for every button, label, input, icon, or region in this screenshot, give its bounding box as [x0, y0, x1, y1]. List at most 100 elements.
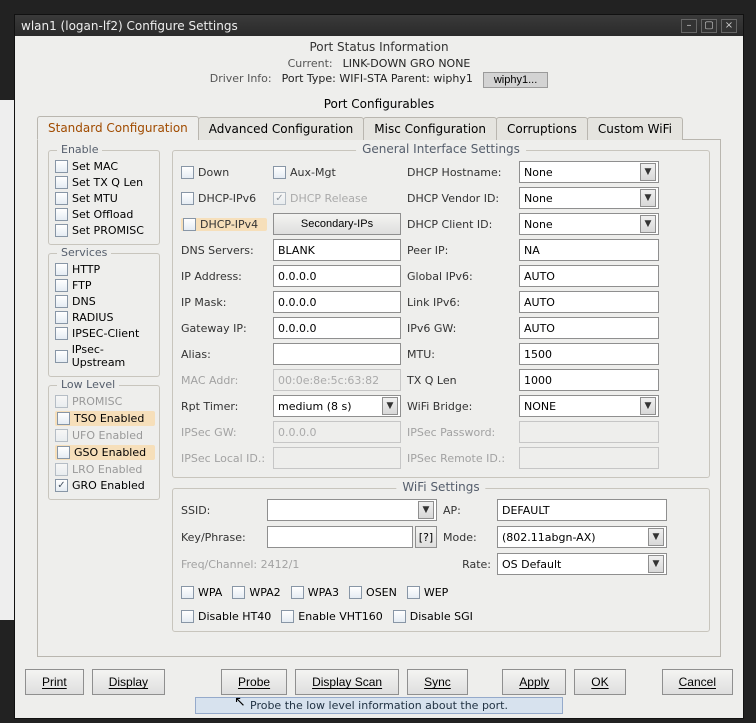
ssid-select[interactable]: ▼: [267, 499, 437, 521]
close-icon[interactable]: ×: [721, 19, 737, 33]
enable-set-mac-chk[interactable]: [55, 160, 68, 173]
chevron-down-icon: ▼: [382, 397, 398, 415]
svc-http-chk[interactable]: [55, 263, 68, 276]
svc-ipsec-client-chk[interactable]: [55, 327, 68, 340]
ap-label: AP:: [443, 504, 491, 517]
enable-group: Enable Set MAC Set TX Q Len Set MTU Set …: [48, 150, 160, 245]
cancel-button[interactable]: Cancel: [662, 669, 733, 695]
key-input[interactable]: [267, 526, 413, 548]
v6gw-input[interactable]: [519, 317, 659, 339]
mtu-input[interactable]: [519, 343, 659, 365]
print-button[interactable]: Print: [25, 669, 84, 695]
ll-gso-chk[interactable]: [57, 446, 70, 459]
dhcp6-label: DHCP-IPv6: [198, 192, 256, 205]
tab-advanced[interactable]: Advanced Configuration: [198, 117, 364, 140]
display-button[interactable]: Display: [92, 669, 165, 695]
wpa3-chk[interactable]: [291, 586, 304, 599]
wbr-select[interactable]: NONE▼: [519, 395, 659, 417]
dhcp-hostname-label: DHCP Hostname:: [407, 166, 513, 179]
apply-button[interactable]: Apply: [502, 669, 566, 695]
svc-radius-label: RADIUS: [72, 311, 113, 324]
wpa2-chk[interactable]: [232, 586, 245, 599]
dhcp-hostname-select[interactable]: None▼: [519, 161, 659, 183]
ll-gro-label: GRO Enabled: [72, 479, 145, 492]
auxmgt-label: Aux-Mgt: [290, 166, 336, 179]
txq-input[interactable]: [519, 369, 659, 391]
tab-corruptions[interactable]: Corruptions: [496, 117, 588, 140]
ipsgw-input: [273, 421, 401, 443]
enable-set-mac-label: Set MAC: [72, 160, 118, 173]
txq-label: TX Q Len: [407, 374, 513, 387]
peer-input[interactable]: [519, 239, 659, 261]
wbr-label: WiFi Bridge:: [407, 400, 513, 413]
mode-select[interactable]: (802.11abgn-AX)▼: [497, 526, 667, 548]
status-tooltip: Probe the low level information about th…: [195, 697, 563, 714]
g6-input[interactable]: [519, 265, 659, 287]
ll-tso-chk[interactable]: [57, 412, 70, 425]
rpt-select[interactable]: medium (8 s)▼: [273, 395, 401, 417]
wep-chk[interactable]: [407, 586, 420, 599]
dhcp4-chk[interactable]: [183, 218, 196, 231]
display-scan-button[interactable]: Display Scan: [295, 669, 399, 695]
general-group-title: General Interface Settings: [356, 142, 526, 156]
alias-input[interactable]: [273, 343, 401, 365]
mode-label: Mode:: [443, 531, 491, 544]
psi-driver-label: Driver Info:: [210, 72, 272, 88]
dhcp-client-select[interactable]: None▼: [519, 213, 659, 235]
chevron-down-icon: ▼: [648, 555, 664, 573]
ht40-chk[interactable]: [181, 610, 194, 623]
mac-input: [273, 369, 401, 391]
iplid-label: IPSec Local ID.:: [181, 452, 267, 465]
dns-input[interactable]: [273, 239, 401, 261]
enable-group-title: Enable: [57, 143, 102, 156]
dhcp6-chk[interactable]: [181, 192, 194, 205]
down-chk[interactable]: [181, 166, 194, 179]
tab-misc[interactable]: Misc Configuration: [363, 117, 497, 140]
dhcp-vendor-label: DHCP Vendor ID:: [407, 192, 513, 205]
tab-custom-wifi[interactable]: Custom WiFi: [587, 117, 683, 140]
sgi-chk[interactable]: [393, 610, 406, 623]
svc-dns-chk[interactable]: [55, 295, 68, 308]
l6-input[interactable]: [519, 291, 659, 313]
chevron-down-icon: ▼: [418, 501, 434, 519]
enable-set-offload-chk[interactable]: [55, 208, 68, 221]
vht160-chk[interactable]: [281, 610, 294, 623]
svc-ipsec-client-label: IPSEC-Client: [72, 327, 139, 340]
ll-gro-chk[interactable]: [55, 479, 68, 492]
config-window: Port Status Information Current: LINK-DO…: [14, 36, 744, 719]
port-status-header: Port Status Information: [15, 36, 743, 56]
wpa3-label: WPA3: [308, 586, 339, 599]
dhcp-release-chk: [273, 192, 286, 205]
maximize-icon[interactable]: ▢: [701, 19, 717, 33]
secondary-ips-button[interactable]: Secondary-IPs: [273, 213, 401, 235]
minimize-icon[interactable]: –: [681, 19, 697, 33]
gw-input[interactable]: [273, 317, 401, 339]
rate-select[interactable]: OS Default▼: [497, 553, 667, 575]
enable-set-txq-label: Set TX Q Len: [72, 176, 143, 189]
footer-bar: Print Display Probe Display Scan Sync Ap…: [15, 663, 743, 697]
dns-label: DNS Servers:: [181, 244, 267, 257]
enable-set-promisc-chk[interactable]: [55, 224, 68, 237]
sync-button[interactable]: Sync: [407, 669, 468, 695]
enable-set-mtu-chk[interactable]: [55, 192, 68, 205]
mask-input[interactable]: [273, 291, 401, 313]
ok-button[interactable]: OK: [574, 669, 625, 695]
tab-standard[interactable]: Standard Configuration: [37, 116, 199, 140]
ipsgw-label: IPSec GW:: [181, 426, 267, 439]
wpa-chk[interactable]: [181, 586, 194, 599]
auxmgt-chk[interactable]: [273, 166, 286, 179]
enable-set-txq-chk[interactable]: [55, 176, 68, 189]
svc-ftp-chk[interactable]: [55, 279, 68, 292]
ap-input[interactable]: [497, 499, 667, 521]
mtu-label: MTU:: [407, 348, 513, 361]
ip-input[interactable]: [273, 265, 401, 287]
probe-button[interactable]: Probe: [221, 669, 287, 695]
dhcp-vendor-select[interactable]: None▼: [519, 187, 659, 209]
g6-label: Global IPv6:: [407, 270, 513, 283]
rate-label: Rate:: [443, 558, 491, 571]
svc-radius-chk[interactable]: [55, 311, 68, 324]
wiphy-button[interactable]: wiphy1...: [483, 72, 548, 88]
svc-ipsec-upstream-chk[interactable]: [55, 350, 68, 363]
key-help-button[interactable]: [?]: [415, 526, 437, 548]
osen-chk[interactable]: [349, 586, 362, 599]
